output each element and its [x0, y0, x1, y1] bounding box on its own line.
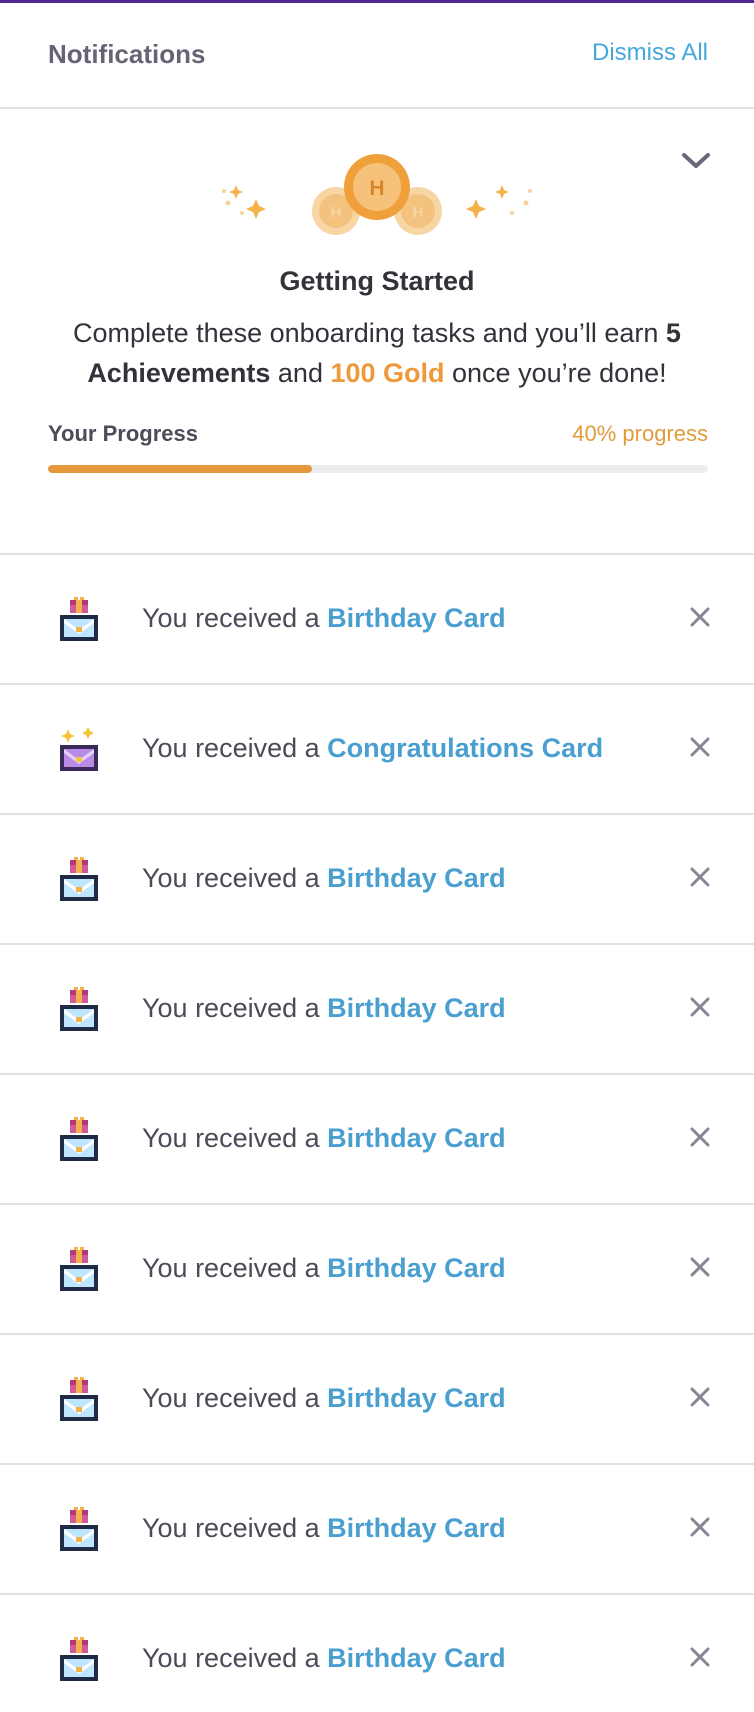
- birthday-card-icon: [58, 857, 100, 905]
- svg-text:H: H: [413, 204, 424, 221]
- card-link[interactable]: Birthday Card: [327, 1253, 506, 1283]
- close-icon[interactable]: [686, 603, 714, 631]
- onboarding-text-after: once you’re done!: [444, 358, 667, 388]
- close-icon[interactable]: [686, 1643, 714, 1671]
- notification-prefix: You received a: [142, 733, 328, 763]
- notification-item[interactable]: You received a Birthday Card: [0, 1335, 754, 1465]
- notification-text: You received a Birthday Card: [142, 863, 506, 894]
- notification-item[interactable]: You received a Birthday Card: [0, 1595, 754, 1712]
- card-link[interactable]: Birthday Card: [327, 1513, 506, 1543]
- notification-text: You received a Congratulations Card: [142, 733, 603, 764]
- card-link[interactable]: Birthday Card: [327, 993, 506, 1023]
- chevron-down-icon[interactable]: [678, 143, 714, 179]
- close-icon[interactable]: [686, 1383, 714, 1411]
- progress-bar: [48, 465, 708, 473]
- notification-item[interactable]: You received a Congratulations Card: [0, 685, 754, 815]
- card-link[interactable]: Birthday Card: [327, 1123, 506, 1153]
- dismiss-all-button[interactable]: Dismiss All: [592, 39, 708, 67]
- gold-coins-icon: H H H: [222, 154, 532, 235]
- birthday-card-icon: [58, 1247, 100, 1295]
- notification-item[interactable]: You received a Birthday Card: [0, 555, 754, 685]
- notification-prefix: You received a: [142, 1383, 328, 1413]
- close-icon[interactable]: [686, 993, 714, 1021]
- notifications-header: Notifications Dismiss All: [0, 3, 754, 109]
- notification-prefix: You received a: [142, 1513, 328, 1543]
- notification-text: You received a Birthday Card: [142, 1643, 506, 1674]
- progress-label: Your Progress: [48, 421, 198, 446]
- notification-item[interactable]: You received a Birthday Card: [0, 815, 754, 945]
- notification-prefix: You received a: [142, 1253, 328, 1283]
- notification-prefix: You received a: [142, 863, 328, 893]
- birthday-card-icon: [58, 1117, 100, 1165]
- onboarding-text-middle: and: [270, 358, 331, 388]
- progress-bar-fill: [48, 465, 312, 473]
- birthday-card-icon: [58, 597, 100, 645]
- notification-item[interactable]: You received a Birthday Card: [0, 1205, 754, 1335]
- birthday-card-icon: [58, 987, 100, 1035]
- close-icon[interactable]: [686, 1123, 714, 1151]
- notification-text: You received a Birthday Card: [142, 603, 506, 634]
- card-link[interactable]: Birthday Card: [327, 1643, 506, 1673]
- close-icon[interactable]: [686, 1513, 714, 1541]
- notification-text: You received a Birthday Card: [142, 993, 506, 1024]
- notification-prefix: You received a: [142, 603, 328, 633]
- card-link[interactable]: Birthday Card: [327, 1383, 506, 1413]
- onboarding-panel: H H H Getting Started Complete these onb…: [0, 109, 754, 555]
- notification-item[interactable]: You received a Birthday Card: [0, 1075, 754, 1205]
- notification-prefix: You received a: [142, 1643, 328, 1673]
- notification-text: You received a Birthday Card: [142, 1253, 506, 1284]
- close-icon[interactable]: [686, 1253, 714, 1281]
- card-link[interactable]: Birthday Card: [327, 603, 506, 633]
- onboarding-title: Getting Started: [279, 266, 475, 296]
- birthday-card-icon: [58, 1507, 100, 1555]
- notification-item[interactable]: You received a Birthday Card: [0, 1465, 754, 1595]
- notification-text: You received a Birthday Card: [142, 1383, 506, 1414]
- notification-prefix: You received a: [142, 993, 328, 1023]
- svg-text:H: H: [331, 204, 342, 221]
- card-link[interactable]: Congratulations Card: [327, 733, 603, 763]
- notification-prefix: You received a: [142, 1123, 328, 1153]
- notifications-title: Notifications: [48, 39, 206, 69]
- birthday-card-icon: [58, 1637, 100, 1685]
- congratulations-card-icon: [58, 727, 100, 775]
- card-link[interactable]: Birthday Card: [327, 863, 506, 893]
- notification-item[interactable]: You received a Birthday Card: [0, 945, 754, 1075]
- notification-text: You received a Birthday Card: [142, 1123, 506, 1154]
- gold-reward: 100 Gold: [330, 358, 445, 388]
- notification-list: You received a Birthday Card You received…: [0, 555, 754, 1712]
- notification-text: You received a Birthday Card: [142, 1513, 506, 1544]
- onboarding-text-before: Complete these onboarding tasks and you’…: [73, 318, 666, 348]
- svg-text:H: H: [369, 177, 384, 200]
- close-icon[interactable]: [686, 863, 714, 891]
- onboarding-description: Complete these onboarding tasks and you’…: [40, 313, 714, 393]
- progress-percent: 40% progress: [572, 421, 708, 446]
- close-icon[interactable]: [686, 733, 714, 761]
- birthday-card-icon: [58, 1377, 100, 1425]
